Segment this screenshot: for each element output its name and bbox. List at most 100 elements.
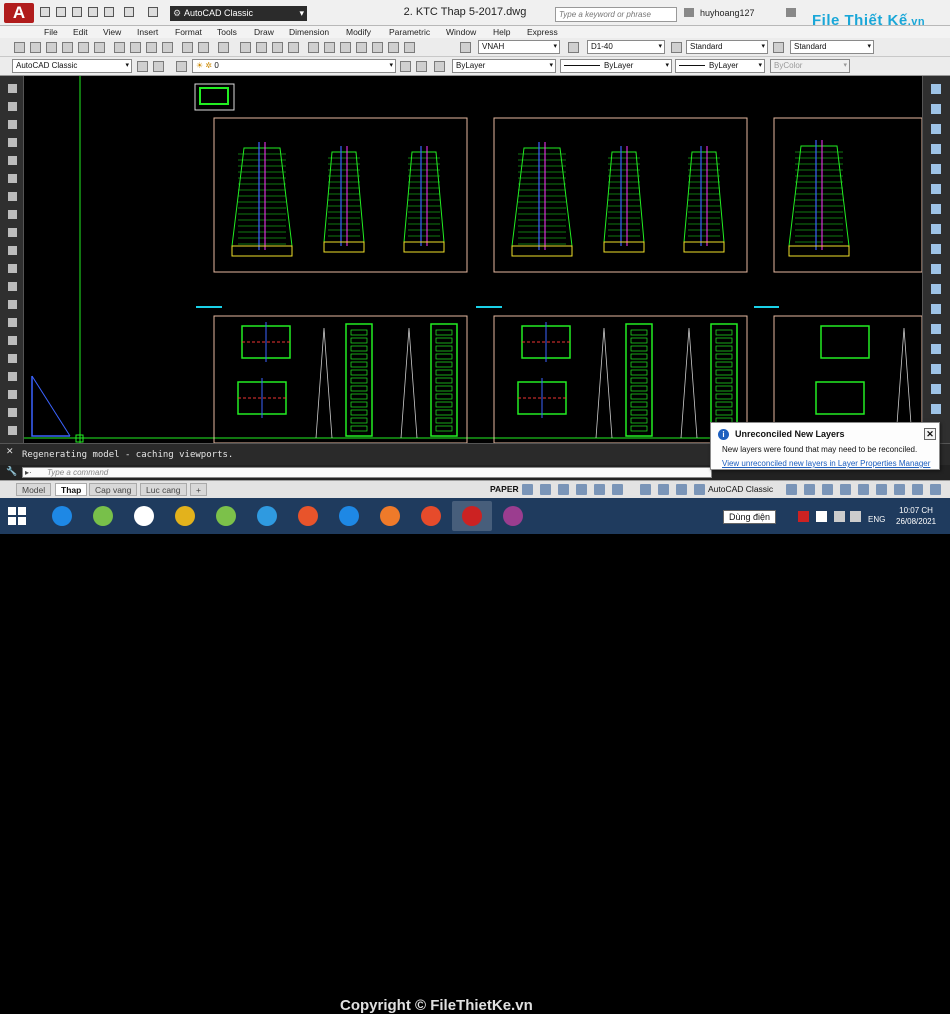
- utorrent-icon[interactable]: [83, 501, 123, 531]
- cart-icon[interactable]: [786, 8, 796, 17]
- menu-insert[interactable]: Insert: [137, 27, 158, 37]
- zoom-window-icon[interactable]: [272, 42, 283, 53]
- application-menu-button[interactable]: A: [4, 3, 34, 23]
- copy-obj-icon[interactable]: [931, 104, 941, 114]
- undo-icon[interactable]: [124, 7, 134, 17]
- revcloud-icon[interactable]: [8, 210, 17, 219]
- layer-properties-icon[interactable]: [176, 61, 187, 72]
- customization-icon[interactable]: [894, 484, 905, 495]
- polar-icon[interactable]: [576, 484, 587, 495]
- add-icon[interactable]: [786, 484, 797, 495]
- menu-draw[interactable]: Draw: [254, 27, 274, 37]
- menu-dimension[interactable]: Dimension: [289, 27, 329, 37]
- isodraft-icon[interactable]: [594, 484, 605, 495]
- layer-notification-icon[interactable]: [876, 484, 887, 495]
- design-center-icon[interactable]: [324, 42, 335, 53]
- fillet-icon[interactable]: [931, 384, 941, 394]
- explode-icon[interactable]: [931, 404, 941, 414]
- markup-icon[interactable]: [372, 42, 383, 53]
- saveas-icon[interactable]: [88, 7, 98, 17]
- color-dropdown[interactable]: ByLayer ▾: [452, 59, 556, 73]
- close-button[interactable]: ✕: [924, 428, 936, 440]
- foxit-icon[interactable]: [288, 501, 328, 531]
- trim-icon[interactable]: [931, 264, 941, 274]
- windows-start-icon[interactable]: [8, 507, 26, 525]
- new-file-icon[interactable]: [40, 7, 50, 17]
- power-status[interactable]: Dùng điện: [723, 510, 777, 524]
- osnap-icon[interactable]: [612, 484, 623, 495]
- tab-model[interactable]: Model: [16, 483, 52, 496]
- hardware-acceleration-icon[interactable]: [840, 484, 851, 495]
- redo-icon[interactable]: [148, 7, 158, 17]
- stretch-icon[interactable]: [931, 244, 941, 254]
- mleader-style-dropdown[interactable]: Standard ▾: [790, 40, 874, 54]
- qnew-icon[interactable]: [14, 42, 25, 53]
- menu-tools[interactable]: Tools: [217, 27, 237, 37]
- zoom-realtime-icon[interactable]: [256, 42, 267, 53]
- open-icon[interactable]: [30, 42, 41, 53]
- drawing-canvas[interactable]: [24, 76, 922, 443]
- table-icon[interactable]: [8, 390, 17, 399]
- layer-states-icon[interactable]: [434, 61, 445, 72]
- line-icon[interactable]: [8, 84, 17, 93]
- help-icon[interactable]: [404, 42, 415, 53]
- menu-modify[interactable]: Modify: [346, 27, 371, 37]
- properties-icon[interactable]: [308, 42, 319, 53]
- command-input[interactable]: ▸· Type a command: [22, 467, 712, 478]
- lock-ui-icon[interactable]: [804, 484, 815, 495]
- preview-icon[interactable]: [78, 42, 89, 53]
- quickcalc-icon[interactable]: [388, 42, 399, 53]
- annotation-icon[interactable]: [640, 484, 651, 495]
- plotstyle-dropdown[interactable]: ByColor ▾: [770, 59, 850, 73]
- tab-luc-cang[interactable]: Luc cang: [140, 483, 187, 496]
- dim-style-dropdown[interactable]: D1-40 ▾: [587, 40, 665, 54]
- arc-icon[interactable]: [8, 174, 17, 183]
- scale-icon[interactable]: [931, 224, 941, 234]
- matchprop-icon[interactable]: [162, 42, 173, 53]
- workspace-status[interactable]: AutoCAD Classic: [708, 484, 773, 494]
- paper-space-toggle[interactable]: PAPER: [490, 484, 519, 494]
- menu-window[interactable]: Window: [446, 27, 476, 37]
- autocad-icon[interactable]: [452, 501, 492, 531]
- language-indicator[interactable]: ENG: [868, 515, 885, 524]
- sheet-set-icon[interactable]: [356, 42, 367, 53]
- binoculars-icon[interactable]: [684, 8, 694, 17]
- text-style-dropdown[interactable]: VNAH ▾: [478, 40, 560, 54]
- network-icon[interactable]: [834, 511, 845, 522]
- array-icon[interactable]: [931, 164, 941, 174]
- workspace-settings-icon[interactable]: [137, 61, 148, 72]
- winrar-icon[interactable]: [493, 501, 533, 531]
- isolate-icon[interactable]: [822, 484, 833, 495]
- customize-icon[interactable]: [153, 61, 164, 72]
- rotate-icon[interactable]: [931, 204, 941, 214]
- copy-icon[interactable]: [130, 42, 141, 53]
- move-icon[interactable]: [931, 184, 941, 194]
- close-icon[interactable]: ✕: [6, 446, 14, 457]
- make-current-icon[interactable]: [400, 61, 411, 72]
- menu-parametric[interactable]: Parametric: [389, 27, 430, 37]
- spline-icon[interactable]: [8, 228, 17, 237]
- coccoc-icon[interactable]: [206, 501, 246, 531]
- make-block-icon[interactable]: [8, 300, 17, 309]
- tray-flag-icon[interactable]: [816, 511, 827, 522]
- volume-icon[interactable]: [850, 511, 861, 522]
- keyword-search-input[interactable]: Type a keyword or phrase: [555, 7, 677, 22]
- rectangle-icon[interactable]: [8, 156, 17, 165]
- menu-view[interactable]: View: [103, 27, 121, 37]
- menu-edit[interactable]: Edit: [73, 27, 88, 37]
- tab-thap[interactable]: Thap: [55, 483, 88, 496]
- ortho-icon[interactable]: [558, 484, 569, 495]
- polyline-icon[interactable]: [8, 120, 17, 129]
- menu-format[interactable]: Format: [175, 27, 202, 37]
- tool-palettes-icon[interactable]: [340, 42, 351, 53]
- grid-icon[interactable]: [522, 484, 533, 495]
- block-editor-icon[interactable]: [182, 42, 193, 53]
- wrench-icon[interactable]: 🔧: [6, 466, 17, 477]
- menu-icon[interactable]: [930, 484, 941, 495]
- edit-icon[interactable]: [124, 501, 164, 531]
- cut-icon[interactable]: [114, 42, 125, 53]
- mtext-icon[interactable]: [8, 408, 17, 417]
- weibo-icon[interactable]: [411, 501, 451, 531]
- offset-icon[interactable]: [931, 144, 941, 154]
- polygon-icon[interactable]: [8, 138, 17, 147]
